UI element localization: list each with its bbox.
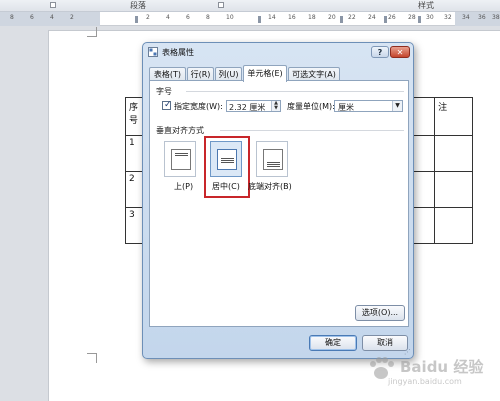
cancel-button[interactable]: 取消 xyxy=(362,335,408,351)
ruler-tick: 28 xyxy=(408,14,416,21)
ruler-tick: 24 xyxy=(368,14,376,21)
ruler-tick: 36 xyxy=(478,14,486,21)
valign-section-heading: 垂直对齐方式 xyxy=(156,126,204,135)
tab-table[interactable]: 表格(T) xyxy=(149,67,186,81)
valign-center-label: 居中(C) xyxy=(212,182,240,191)
dialog-title: 表格属性 xyxy=(162,48,194,57)
watermark-brand: Baidu 经验 xyxy=(400,358,484,376)
table-cell[interactable] xyxy=(434,207,473,244)
align-top-icon xyxy=(171,149,191,170)
ruler-column-marker[interactable] xyxy=(340,16,343,23)
valign-top-option[interactable] xyxy=(164,141,196,177)
ruler-tick: 16 xyxy=(288,14,296,21)
preferred-width-checkbox[interactable]: ✓ xyxy=(162,100,172,110)
help-button[interactable]: ? xyxy=(371,46,389,58)
tab-column[interactable]: 列(U) xyxy=(215,67,242,81)
measure-in-label: 度量单位(M): xyxy=(287,102,335,111)
cell-tab-panel: 字号 ✓ 指定宽度(W): 2.32 厘米 ▲ ▼ 度量单位(M): 厘米 ▼ 垂… xyxy=(149,80,409,327)
ruler-tick: 10 xyxy=(226,14,234,21)
watermark-url: jingyan.baidu.com xyxy=(388,377,462,386)
section-divider xyxy=(220,130,404,131)
ruler-tick: 32 xyxy=(444,14,452,21)
measure-in-select[interactable]: 厘米 ▼ xyxy=(334,100,403,112)
options-button[interactable]: 选项(O)... xyxy=(355,305,405,321)
ruler-tick: 18 xyxy=(308,14,316,21)
close-button[interactable]: ✕ xyxy=(390,46,410,58)
ruler-tick: 34 xyxy=(462,14,470,21)
ruler-tick: 22 xyxy=(348,14,356,21)
page-corner-mark xyxy=(87,27,97,37)
checkmark-icon: ✓ xyxy=(164,100,172,110)
ruler-tick: 8 xyxy=(206,14,210,21)
ruler-tick: 30 xyxy=(426,14,434,21)
ruler-tick: 6 xyxy=(186,14,190,21)
table-cell[interactable]: 注 xyxy=(434,97,473,136)
ribbon-group-paragraph: 段落 xyxy=(130,1,146,10)
ok-button[interactable]: 确定 xyxy=(309,335,357,351)
table-cell[interactable] xyxy=(434,171,473,208)
tab-alt-text[interactable]: 可选文字(A) xyxy=(288,67,340,81)
ruler-tick: 4 xyxy=(50,14,54,21)
valign-bottom-label: 底端对齐(B) xyxy=(248,182,292,191)
baidu-jingyan-watermark: Baidu 经验 jingyan.baidu.com xyxy=(360,350,495,398)
section-divider xyxy=(186,91,404,92)
tab-cell[interactable]: 单元格(E) xyxy=(243,65,287,82)
ruler-tick: 14 xyxy=(268,14,276,21)
preferred-width-value: 2.32 厘米 xyxy=(229,103,266,112)
ruler-tick: 20 xyxy=(328,14,336,21)
ruler-tick: 6 xyxy=(30,14,34,21)
dialog-titlebar[interactable]: 表格属性 ? ✕ xyxy=(143,43,413,61)
preferred-width-label: 指定宽度(W): xyxy=(174,102,223,111)
preferred-width-input[interactable]: 2.32 厘米 ▲ ▼ xyxy=(226,100,281,112)
dropdown-arrow-icon: ▼ xyxy=(392,101,402,111)
align-bottom-icon xyxy=(263,149,283,170)
ribbon-strip: 段落 样式 xyxy=(0,0,500,12)
ruler-tick: 26 xyxy=(388,14,396,21)
size-section-heading: 字号 xyxy=(156,87,172,96)
ribbon-group-styles: 样式 xyxy=(418,1,434,10)
ruler-tick: 38 xyxy=(492,14,500,21)
ruler-column-marker[interactable] xyxy=(258,16,261,23)
valign-bottom-option[interactable] xyxy=(256,141,288,177)
page-corner-mark xyxy=(87,353,97,363)
measure-in-value: 厘米 xyxy=(338,103,354,112)
spin-arrows-icon[interactable]: ▲ ▼ xyxy=(271,101,280,111)
ruler-tick: 2 xyxy=(70,14,74,21)
ruler-column-marker[interactable] xyxy=(384,16,387,23)
paragraph-dialog-launcher-icon[interactable] xyxy=(218,2,224,8)
valign-top-label: 上(P) xyxy=(174,182,194,191)
ruler-tick: 4 xyxy=(166,14,170,21)
table-properties-dialog: 表格属性 ? ✕ 表格(T) 行(R) 列(U) 单元格(E) 可选文字(A) … xyxy=(142,42,414,359)
tab-row[interactable]: 行(R) xyxy=(187,67,214,81)
font-dialog-launcher-icon[interactable] xyxy=(50,2,56,8)
table-cell[interactable] xyxy=(434,135,473,172)
ruler-column-marker[interactable] xyxy=(418,16,421,23)
ruler-column-marker[interactable] xyxy=(135,16,138,23)
ruler-tick: 2 xyxy=(146,14,150,21)
horizontal-ruler[interactable]: 8 6 4 2 2 4 6 8 10 14 16 18 20 22 24 26 … xyxy=(0,12,500,26)
ruler-tick: 8 xyxy=(10,14,14,21)
word-app-icon xyxy=(148,47,158,57)
